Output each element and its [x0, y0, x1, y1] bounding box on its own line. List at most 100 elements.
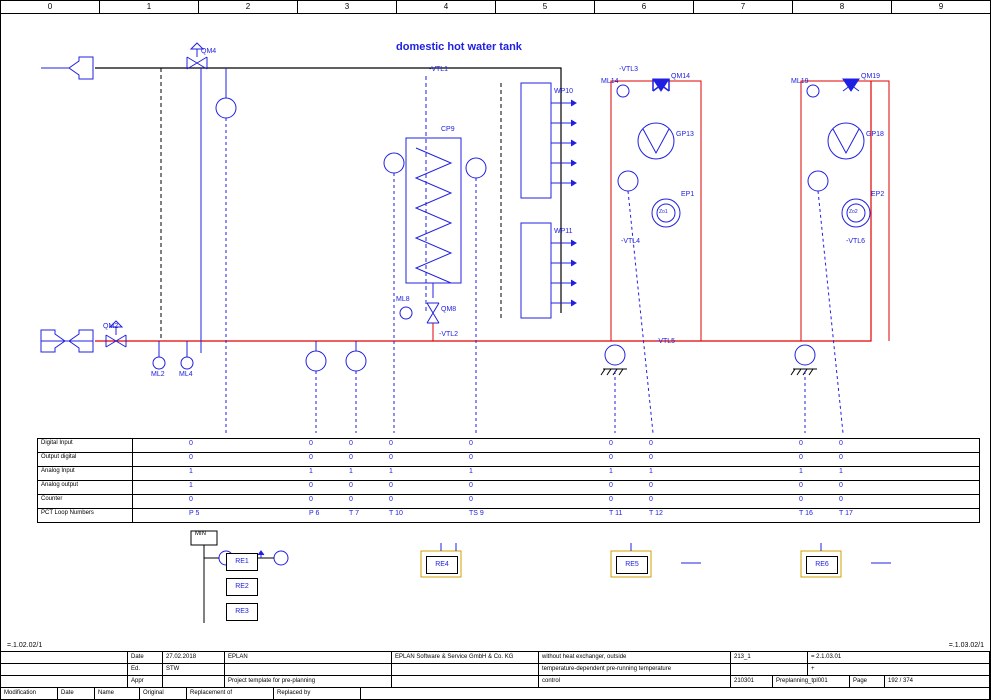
io-row-ao: Analog output: [38, 481, 133, 494]
io-cell: 0: [799, 454, 803, 461]
io-row-do: Output digital: [38, 453, 133, 466]
tb-desc3: control: [539, 676, 731, 687]
tb-date-l: Date: [128, 652, 163, 663]
title-block: Date 27.02.2018 EPLAN EPLAN Software & S…: [1, 651, 990, 699]
tag-vtl2: -VTL2: [439, 331, 458, 338]
io-cell: 0: [309, 482, 313, 489]
tag-qm14: QM14: [671, 73, 690, 80]
io-cell: 0: [609, 496, 613, 503]
drawing-sheet: 0 1 2 3 4 5 6 7 8 9: [0, 0, 991, 700]
io-cell: 0: [649, 482, 653, 489]
tb-ed-v: STW: [163, 664, 225, 675]
tag-qm19: QM19: [861, 73, 880, 80]
col-1: 1: [100, 1, 199, 13]
nav-left: =.1.02.02/1: [7, 642, 42, 649]
io-table: Digital Input 0 0 0 0 0 0 0 0 0 Output digital 0 0 0…: [37, 438, 980, 523]
tag-qm4: QM4: [201, 48, 216, 55]
io-cell: 0: [349, 440, 353, 447]
io-cell: 0: [839, 454, 843, 461]
relay-svg: [1, 523, 991, 643]
io-cell: 0: [839, 440, 843, 447]
io-cell: P 6: [309, 510, 319, 517]
io-cell: T 10: [389, 510, 403, 517]
io-row-pct: PCT Loop Numbers: [38, 509, 133, 522]
tb-appr: Appr: [128, 676, 163, 687]
tag-ml4: ML4: [179, 371, 193, 378]
tag-ml19: ML19: [791, 78, 809, 85]
relay-re3: RE3: [226, 603, 258, 621]
tb-plus: +: [808, 664, 990, 675]
col-6: 6: [595, 1, 694, 13]
tag-vtl4: -VTL4: [621, 238, 640, 245]
tag-vtl1: -VTL1: [429, 66, 448, 73]
relay-re5: RE5: [616, 556, 648, 574]
io-cell: 0: [469, 496, 473, 503]
tb-orig: Original: [140, 688, 187, 699]
col-9: 9: [892, 1, 990, 13]
tb-desc2: temperature-dependent pre-running temper…: [539, 664, 731, 675]
tb-nm: Name: [95, 688, 140, 699]
tb-mod: Modification: [1, 688, 58, 699]
tag-vtl6: -VTL6: [846, 238, 865, 245]
tag-vtl5: -VTL5: [656, 338, 675, 345]
io-cell: 1: [839, 468, 843, 475]
tb-page-v: 192 / 374: [885, 676, 990, 687]
tb-eq: = 2.1.03.01: [808, 652, 990, 663]
io-cell: 1: [309, 468, 313, 475]
col-3: 3: [298, 1, 397, 13]
io-cell: 1: [649, 468, 653, 475]
io-row-cnt: Counter: [38, 495, 133, 508]
io-cell: 0: [349, 496, 353, 503]
tb-company: EPLAN: [225, 652, 392, 663]
tag-ep2: EP2: [871, 191, 884, 198]
tb-project: Project template for pre-planning: [225, 676, 392, 687]
col-7: 7: [694, 1, 793, 13]
tb-ed-l: Ed.: [128, 664, 163, 675]
tag-ep1: EP1: [681, 191, 694, 198]
tag-qm2: QM2: [103, 323, 118, 330]
io-cell: 0: [189, 454, 193, 461]
tag-zo1: Zo1: [659, 209, 668, 215]
io-cell: TS 9: [469, 510, 484, 517]
io-cell: 0: [309, 454, 313, 461]
io-cell: 0: [799, 496, 803, 503]
tb-page-l: Page: [850, 676, 885, 687]
io-cell: 0: [799, 482, 803, 489]
io-cell: 0: [609, 440, 613, 447]
io-cell: T 7: [349, 510, 359, 517]
tb-date-v: 27.02.2018: [163, 652, 225, 663]
drawing-canvas: domestic hot water tank QM4 QM2 ML2 ML4 …: [1, 13, 990, 699]
relay-re6: RE6: [806, 556, 838, 574]
io-cell: 0: [839, 482, 843, 489]
io-cell: 1: [189, 482, 193, 489]
col-0: 0: [1, 1, 100, 13]
tag-gp13: GP13: [676, 131, 694, 138]
tag-wp10: WP10: [554, 88, 573, 95]
tag-cp9: CP9: [441, 126, 455, 133]
io-row-di: Digital Input: [38, 439, 133, 452]
io-cell: 0: [799, 440, 803, 447]
tag-vtl3: -VTL3: [619, 66, 638, 73]
io-cell: 0: [309, 496, 313, 503]
io-cell: 1: [389, 468, 393, 475]
io-cell: 0: [349, 454, 353, 461]
io-cell: P 5: [189, 510, 199, 517]
tb-dt: Date: [58, 688, 95, 699]
relay-re4: RE4: [426, 556, 458, 574]
tag-zo2: Zo2: [849, 209, 858, 215]
io-cell: 0: [839, 496, 843, 503]
io-cell: 0: [349, 482, 353, 489]
io-cell: 0: [469, 454, 473, 461]
col-5: 5: [496, 1, 595, 13]
io-cell: 0: [389, 482, 393, 489]
io-cell: 0: [189, 496, 193, 503]
io-cell: T 11: [609, 510, 622, 517]
tag-qm8: QM8: [441, 306, 456, 313]
tag-min: MIN: [195, 531, 206, 537]
io-cell: 1: [349, 468, 353, 475]
col-4: 4: [397, 1, 496, 13]
tag-wp11: WP11: [554, 228, 573, 235]
col-8: 8: [793, 1, 892, 13]
io-cell: 1: [189, 468, 193, 475]
io-cell: 0: [609, 482, 613, 489]
